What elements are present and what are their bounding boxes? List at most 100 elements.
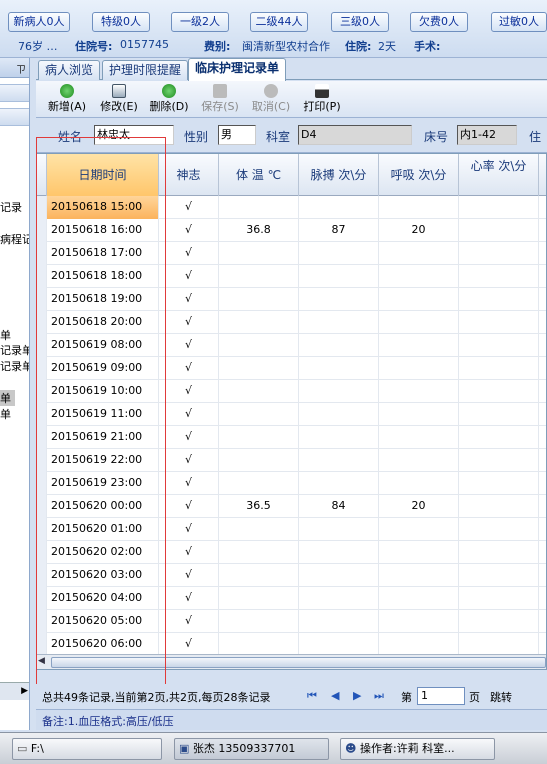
cell-resp[interactable]: 20 [379, 495, 459, 518]
level3-care-button[interactable]: 三级0人 [331, 12, 389, 32]
cell-heart[interactable] [459, 196, 539, 219]
sidebar-item-selected[interactable]: 单 [0, 390, 15, 406]
cell-temp[interactable] [219, 518, 299, 541]
cell-pulse[interactable] [299, 449, 379, 472]
cell-resp[interactable] [379, 265, 459, 288]
cell-temp[interactable] [219, 610, 299, 633]
cell-temp[interactable] [219, 357, 299, 380]
cell-mind[interactable]: √ [159, 196, 219, 219]
cell-resp[interactable] [379, 541, 459, 564]
save-button[interactable]: 保存(S) [199, 84, 241, 116]
cell-resp[interactable] [379, 242, 459, 265]
cell-mind[interactable]: √ [159, 403, 219, 426]
col-header-mind[interactable]: 神志 [159, 154, 219, 196]
cell-resp[interactable] [379, 610, 459, 633]
cell-pulse[interactable] [299, 265, 379, 288]
cell-mind[interactable]: √ [159, 518, 219, 541]
tab-patient-browse[interactable]: 病人浏览 [38, 60, 101, 80]
cell-resp[interactable] [379, 449, 459, 472]
sidebar-item-record-form[interactable]: 记录单 [0, 342, 29, 358]
cell-heart[interactable] [459, 472, 539, 495]
col-header-heart[interactable]: 心率 次\分 [459, 154, 539, 196]
cell-mind[interactable]: √ [159, 633, 219, 656]
cell-temp[interactable] [219, 403, 299, 426]
print-button[interactable]: 打印(P) [301, 84, 343, 116]
sidebar-item-form[interactable]: 单 [0, 327, 11, 343]
cell-pulse[interactable]: 87 [299, 219, 379, 242]
sidebar-item-progress[interactable]: 病程记 [0, 231, 29, 247]
cell-resp[interactable] [379, 196, 459, 219]
cell-temp[interactable]: 36.8 [219, 219, 299, 242]
cell-mind[interactable]: √ [159, 587, 219, 610]
cell-mind[interactable]: √ [159, 334, 219, 357]
cell-heart[interactable] [459, 518, 539, 541]
cell-temp[interactable] [219, 288, 299, 311]
delete-button[interactable]: 删除(D) [148, 84, 190, 116]
col-header-temp[interactable]: 体 温 ℃ [219, 154, 299, 196]
cell-pulse[interactable] [299, 518, 379, 541]
cell-mind[interactable]: √ [159, 426, 219, 449]
sidebar-item-record[interactable]: 记录 [0, 199, 22, 215]
cell-resp[interactable] [379, 426, 459, 449]
prev-page-icon[interactable]: ◀ [331, 689, 339, 702]
cell-pulse[interactable] [299, 380, 379, 403]
cell-resp[interactable]: 20 [379, 219, 459, 242]
cell-resp[interactable] [379, 587, 459, 610]
cell-heart[interactable] [459, 242, 539, 265]
cell-heart[interactable] [459, 633, 539, 656]
cell-pulse[interactable] [299, 472, 379, 495]
cell-temp[interactable] [219, 564, 299, 587]
cell-heart[interactable] [459, 311, 539, 334]
cell-resp[interactable] [379, 311, 459, 334]
edit-button[interactable]: 修改(E) [98, 84, 140, 116]
cell-temp[interactable] [219, 472, 299, 495]
cell-heart[interactable] [459, 219, 539, 242]
cell-mind[interactable]: √ [159, 242, 219, 265]
cell-heart[interactable] [459, 610, 539, 633]
taskbar-item-operator[interactable]: ☻ 操作者:许莉 科室... [340, 738, 495, 760]
col-header-pulse[interactable]: 脉搏 次\分 [299, 154, 379, 196]
cell-heart[interactable] [459, 587, 539, 610]
cell-pulse[interactable] [299, 541, 379, 564]
cell-heart[interactable] [459, 403, 539, 426]
cell-pulse[interactable] [299, 403, 379, 426]
cell-mind[interactable]: √ [159, 265, 219, 288]
cell-temp[interactable] [219, 380, 299, 403]
cell-temp[interactable] [219, 541, 299, 564]
cancel-button[interactable]: 取消(C) [250, 84, 292, 116]
cell-temp[interactable] [219, 587, 299, 610]
cell-mind[interactable]: √ [159, 380, 219, 403]
cell-pulse[interactable] [299, 564, 379, 587]
next-page-icon[interactable]: ▶ [353, 689, 361, 702]
cell-heart[interactable] [459, 265, 539, 288]
cell-mind[interactable]: √ [159, 610, 219, 633]
cell-mind[interactable]: √ [159, 219, 219, 242]
cell-resp[interactable] [379, 633, 459, 656]
dept-field[interactable]: D4 [298, 125, 412, 145]
cell-heart[interactable] [459, 334, 539, 357]
cell-heart[interactable] [459, 357, 539, 380]
last-page-icon[interactable]: ⏭ [374, 689, 384, 703]
cell-temp[interactable] [219, 196, 299, 219]
level1-care-button[interactable]: 一级2人 [171, 12, 229, 32]
sex-field[interactable]: 男 [218, 125, 256, 145]
pin-icon[interactable]: ㄗ [16, 61, 26, 76]
cell-temp[interactable] [219, 311, 299, 334]
cell-mind[interactable]: √ [159, 357, 219, 380]
cell-mind[interactable]: √ [159, 541, 219, 564]
sidebar-item-record-form[interactable]: 记录单 [0, 358, 29, 374]
cell-temp[interactable] [219, 449, 299, 472]
cell-pulse[interactable] [299, 334, 379, 357]
arrears-button[interactable]: 欠费0人 [410, 12, 468, 32]
new-patient-button[interactable]: 新病人0人 [8, 12, 70, 32]
cell-temp[interactable] [219, 265, 299, 288]
cell-mind[interactable]: √ [159, 288, 219, 311]
cell-resp[interactable] [379, 357, 459, 380]
cell-mind[interactable]: √ [159, 449, 219, 472]
bed-field[interactable]: 内1-42 [457, 125, 517, 145]
tab-nursing-record[interactable]: 临床护理记录单 [188, 58, 287, 81]
cell-pulse[interactable]: 84 [299, 495, 379, 518]
cell-heart[interactable] [459, 541, 539, 564]
cell-mind[interactable]: √ [159, 564, 219, 587]
cell-resp[interactable] [379, 472, 459, 495]
